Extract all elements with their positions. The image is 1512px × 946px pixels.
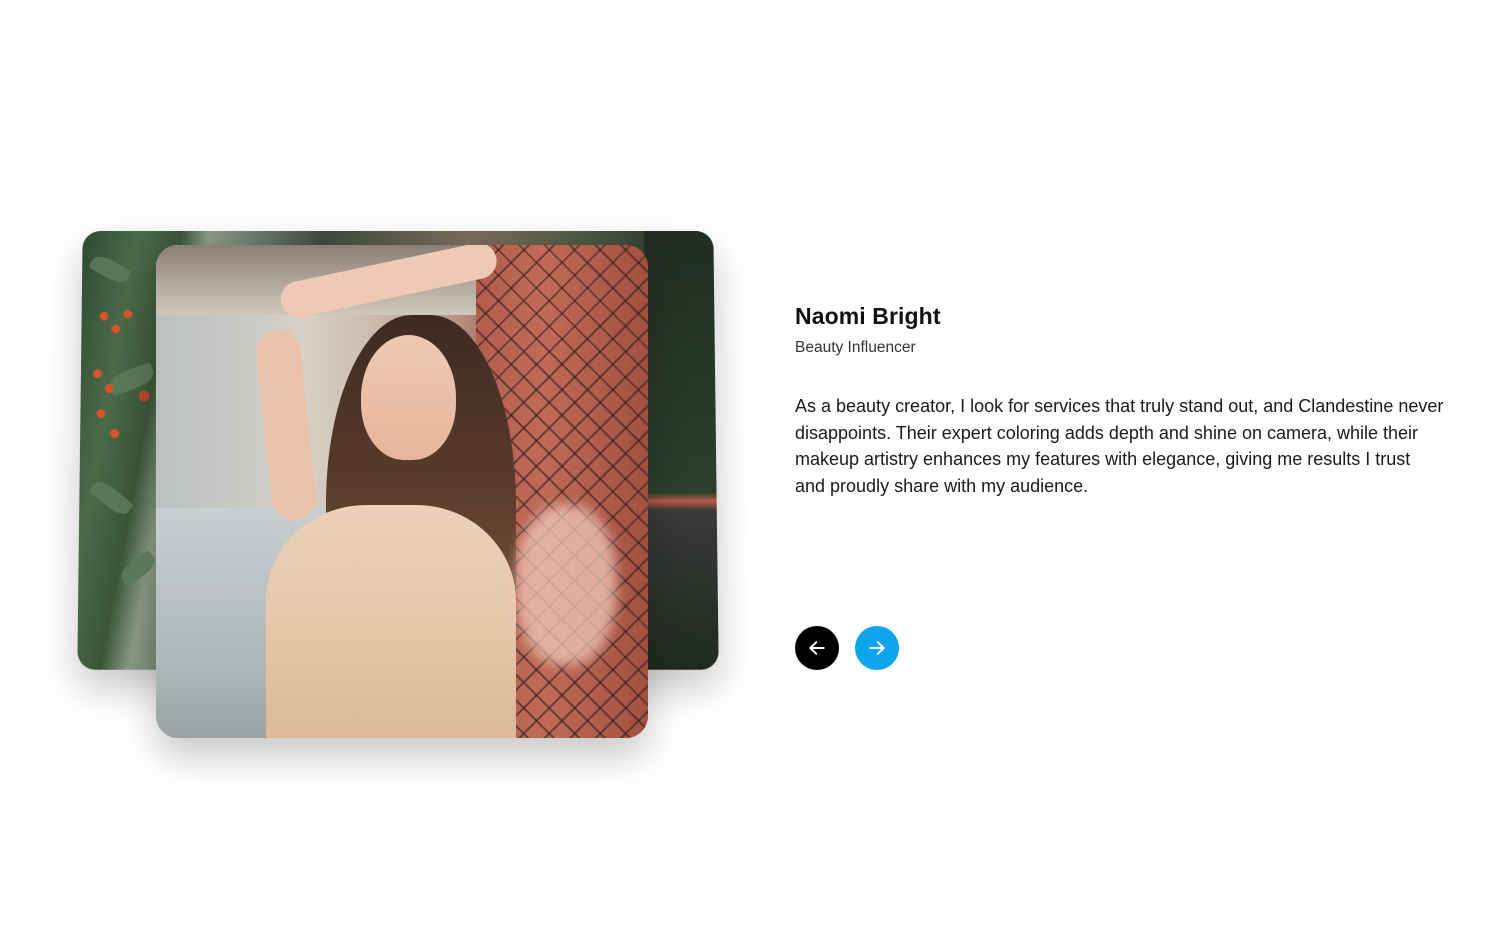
berry-shape: [123, 309, 133, 319]
testimonial-quote: As a beauty creator, I look for services…: [795, 396, 1444, 496]
arrow-left-icon: [807, 638, 827, 658]
next-button[interactable]: [855, 626, 899, 670]
woman-face: [361, 335, 456, 460]
previous-button[interactable]: [795, 626, 839, 670]
leaf-shape: [116, 550, 159, 587]
testimonial-name: Naomi Bright: [795, 303, 941, 329]
berry-shape: [104, 384, 114, 394]
berry-shape: [96, 409, 106, 419]
leaf-shape: [88, 476, 135, 520]
arrow-right-icon: [867, 638, 887, 658]
berry-shape: [110, 429, 120, 439]
fence-background: [643, 230, 719, 670]
berry-shape: [92, 369, 102, 379]
woman-outstretched-hand: [516, 505, 616, 665]
berry-shape: [99, 311, 109, 321]
woman-top: [266, 505, 516, 738]
front-photo-card: [156, 245, 648, 738]
leaf-shape: [88, 251, 132, 287]
woman-arm: [254, 328, 318, 522]
testimonial-role: Beauty Influencer: [795, 339, 916, 356]
leaf-shape: [106, 362, 157, 397]
testimonial-section: Naomi Bright Beauty Influencer As a beau…: [0, 0, 1512, 946]
berry-shape: [111, 324, 121, 334]
